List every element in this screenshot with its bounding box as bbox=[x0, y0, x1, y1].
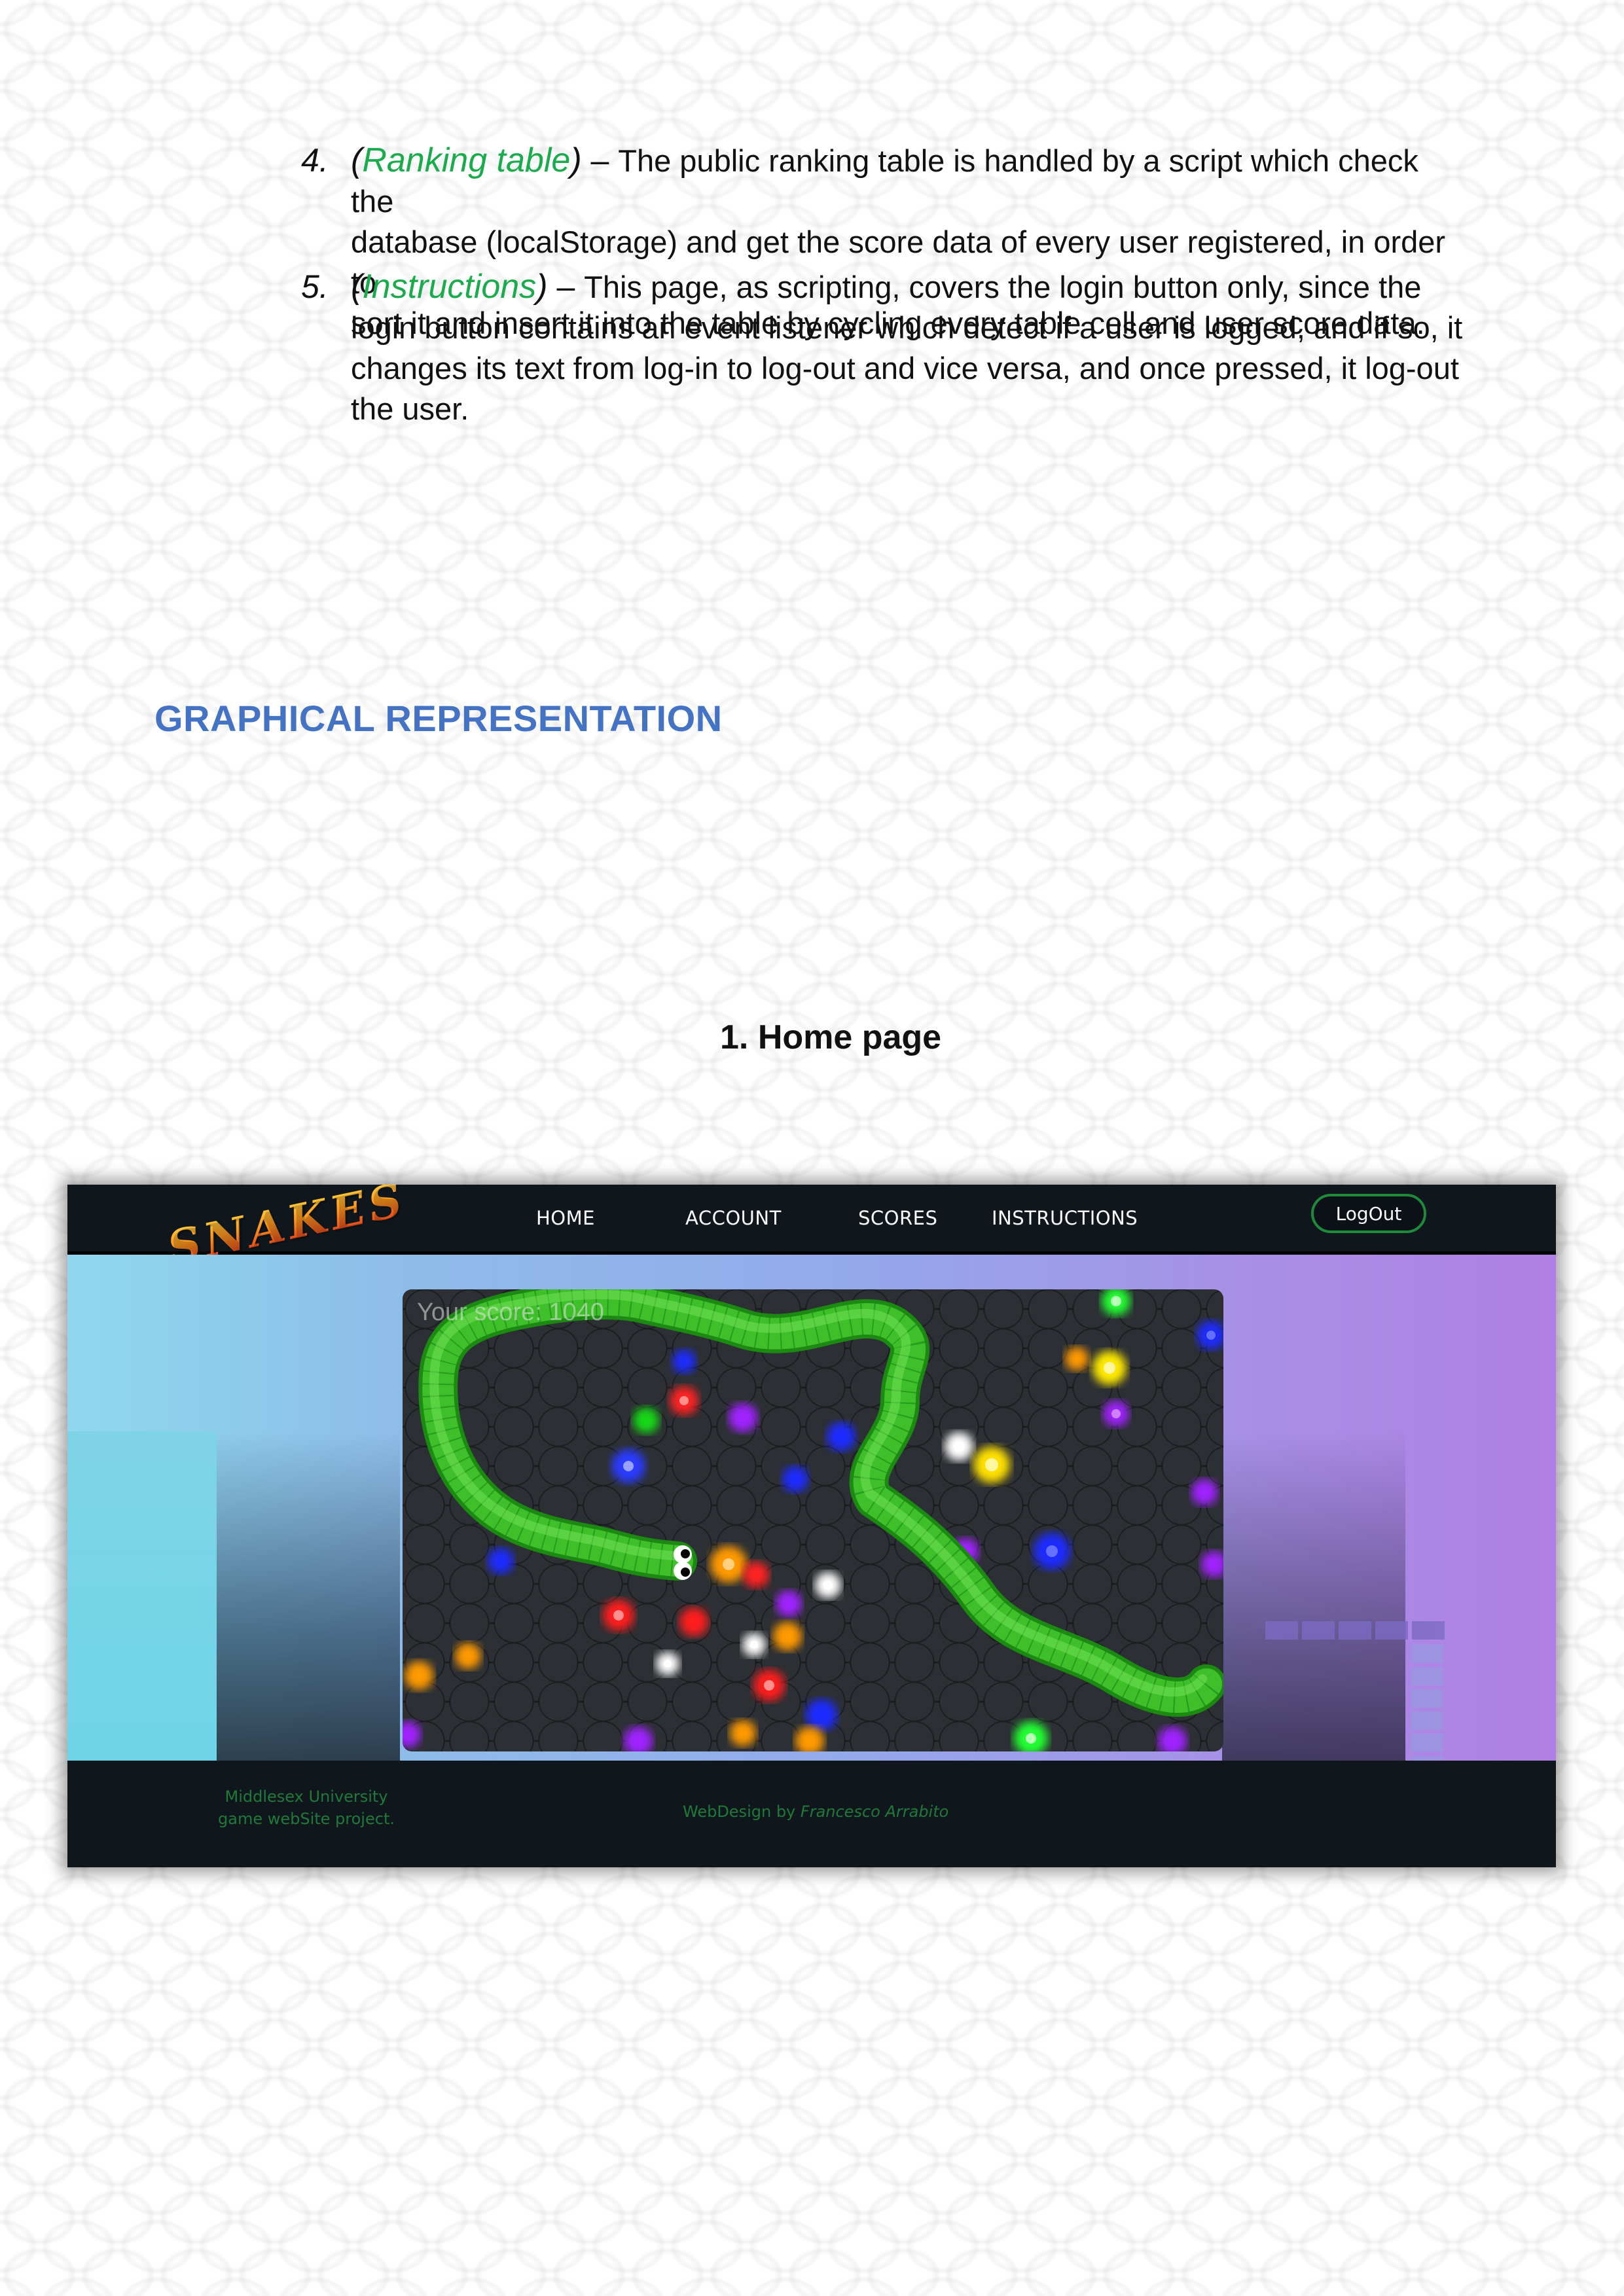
close-paren: ) bbox=[570, 141, 582, 179]
hero-left-shade bbox=[217, 1431, 400, 1761]
decor-blocks-row bbox=[1265, 1621, 1445, 1640]
snake bbox=[418, 1289, 1223, 1717]
score-display: Your score: 1040 bbox=[417, 1299, 604, 1326]
item-line: the user. bbox=[351, 391, 469, 426]
credit-prefix: WebDesign by bbox=[683, 1803, 801, 1821]
open-paren: ( bbox=[351, 268, 363, 306]
footer-line: Middlesex University bbox=[225, 1787, 388, 1806]
figure-caption: 1. Home page bbox=[720, 1018, 942, 1056]
item-number: 5. bbox=[301, 268, 329, 305]
game-scene bbox=[403, 1289, 1223, 1751]
nav-home[interactable]: HOME bbox=[536, 1207, 595, 1229]
footer-university: Middlesex University game webSite projec… bbox=[208, 1785, 405, 1830]
site-footer: Middlesex University game webSite projec… bbox=[67, 1761, 1556, 1867]
hero-right-shade bbox=[1222, 1431, 1405, 1761]
close-paren: ) bbox=[536, 268, 548, 306]
item-line: This page, as scripting, covers the logi… bbox=[584, 270, 1422, 304]
item-line: login button contains an event listener … bbox=[351, 310, 1463, 345]
game-canvas[interactable]: Your score: 1040 bbox=[403, 1289, 1223, 1751]
item-line: changes its text from log-in to log-out … bbox=[351, 351, 1459, 386]
home-page-screenshot: SNAKES HOME ACCOUNT SCORES INSTRUCTIONS … bbox=[67, 1185, 1556, 1867]
nav-scores[interactable]: SCORES bbox=[858, 1207, 937, 1229]
list-item-instructions: 5. (Instructions) – This page, as script… bbox=[301, 266, 1466, 429]
item-number: 4. bbox=[301, 142, 329, 179]
hero-left-panel bbox=[67, 1431, 217, 1761]
section-heading: GRAPHICAL REPRESENTATION bbox=[154, 698, 723, 739]
navbar: SNAKES HOME ACCOUNT SCORES INSTRUCTIONS … bbox=[67, 1185, 1556, 1276]
item-keyword: Instructions bbox=[362, 268, 537, 306]
credit-name: Francesco Arrabito bbox=[800, 1803, 949, 1821]
dash: – bbox=[547, 268, 585, 305]
open-paren: ( bbox=[351, 141, 363, 179]
item-keyword: Ranking table bbox=[362, 141, 571, 179]
nav-instructions[interactable]: INSTRUCTIONS bbox=[992, 1207, 1138, 1229]
dash: – bbox=[581, 142, 619, 179]
footer-line: game webSite project. bbox=[218, 1810, 395, 1828]
nav-account[interactable]: ACCOUNT bbox=[685, 1207, 782, 1229]
logout-button[interactable]: LogOut bbox=[1311, 1194, 1426, 1233]
footer-credit: WebDesign by Francesco Arrabito bbox=[683, 1803, 948, 1821]
